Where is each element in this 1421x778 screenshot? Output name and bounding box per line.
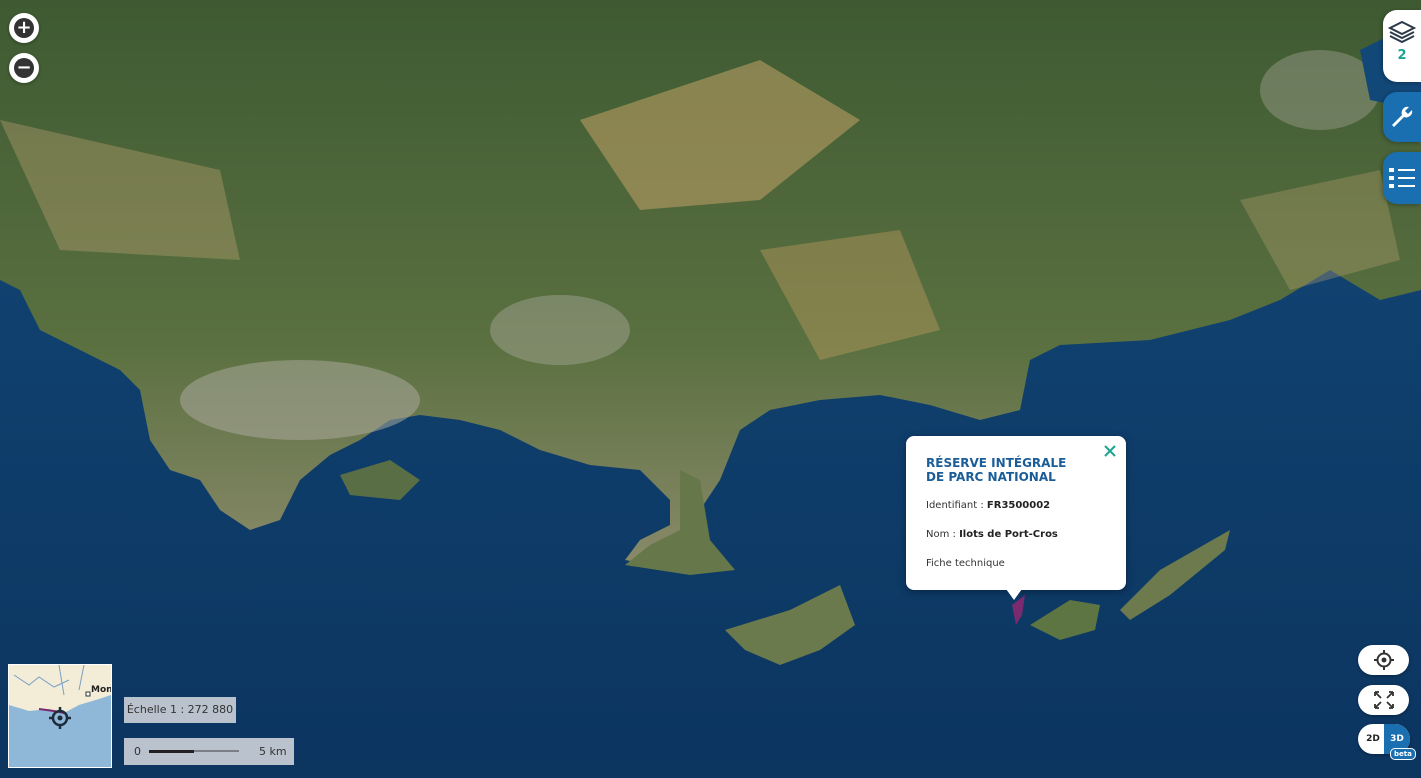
urban-area bbox=[490, 295, 630, 365]
plus-icon: + bbox=[14, 18, 34, 38]
popup-name: Nom : Ilots de Port-Cros bbox=[926, 529, 1058, 540]
popup-title: RÉSERVE INTÉGRALE DE PARC NATIONAL bbox=[926, 456, 1067, 484]
layers-count: 2 bbox=[1397, 48, 1407, 63]
wrench-icon bbox=[1392, 106, 1413, 127]
zoom-in-button[interactable]: + bbox=[9, 13, 39, 43]
fullscreen-icon bbox=[1373, 691, 1394, 709]
layers-tab[interactable]: 2 bbox=[1383, 10, 1421, 82]
fullscreen-button[interactable] bbox=[1358, 685, 1409, 715]
location-target-icon bbox=[49, 707, 71, 729]
scale-end-label: 5 km bbox=[259, 745, 287, 758]
minimap-label: Mon bbox=[91, 685, 112, 695]
name-value: Ilots de Port-Cros bbox=[959, 529, 1058, 540]
scale-line bbox=[149, 750, 239, 753]
popup-identifier: Identifiant : FR3500002 bbox=[926, 500, 1050, 511]
legend-tab[interactable] bbox=[1383, 152, 1421, 204]
urban-area bbox=[1260, 50, 1380, 130]
zoom-out-button[interactable]: − bbox=[9, 53, 39, 83]
info-popup: RÉSERVE INTÉGRALE DE PARC NATIONAL Ident… bbox=[906, 436, 1126, 600]
tools-tab[interactable] bbox=[1383, 92, 1421, 142]
beta-badge: beta bbox=[1390, 748, 1416, 760]
satellite-map[interactable] bbox=[0, 0, 1421, 778]
geolocate-button[interactable] bbox=[1358, 645, 1409, 675]
view-2d-option[interactable]: 2D bbox=[1360, 724, 1386, 754]
identifier-value: FR3500002 bbox=[986, 500, 1051, 511]
minus-icon: − bbox=[14, 58, 34, 78]
scale-start-label: 0 bbox=[134, 745, 141, 758]
map-canvas bbox=[0, 0, 1421, 778]
close-icon[interactable] bbox=[1102, 443, 1118, 459]
identifier-label: Identifiant : bbox=[926, 500, 987, 511]
scale-ratio: Échelle 1 : 272 880 bbox=[124, 697, 236, 723]
name-label: Nom : bbox=[926, 529, 960, 540]
technical-sheet-link[interactable]: Fiche technique bbox=[926, 558, 1005, 569]
geolocate-icon bbox=[1373, 650, 1394, 670]
urban-area bbox=[180, 360, 420, 440]
scale-line-fill bbox=[149, 750, 194, 753]
view-mode-toggle: 2D 3D beta bbox=[1358, 724, 1416, 760]
legend-list-icon bbox=[1389, 168, 1415, 188]
layers-icon bbox=[1388, 20, 1416, 44]
overview-minimap[interactable]: Mon bbox=[8, 664, 112, 768]
scale-bar: 0 5 km bbox=[124, 738, 294, 765]
